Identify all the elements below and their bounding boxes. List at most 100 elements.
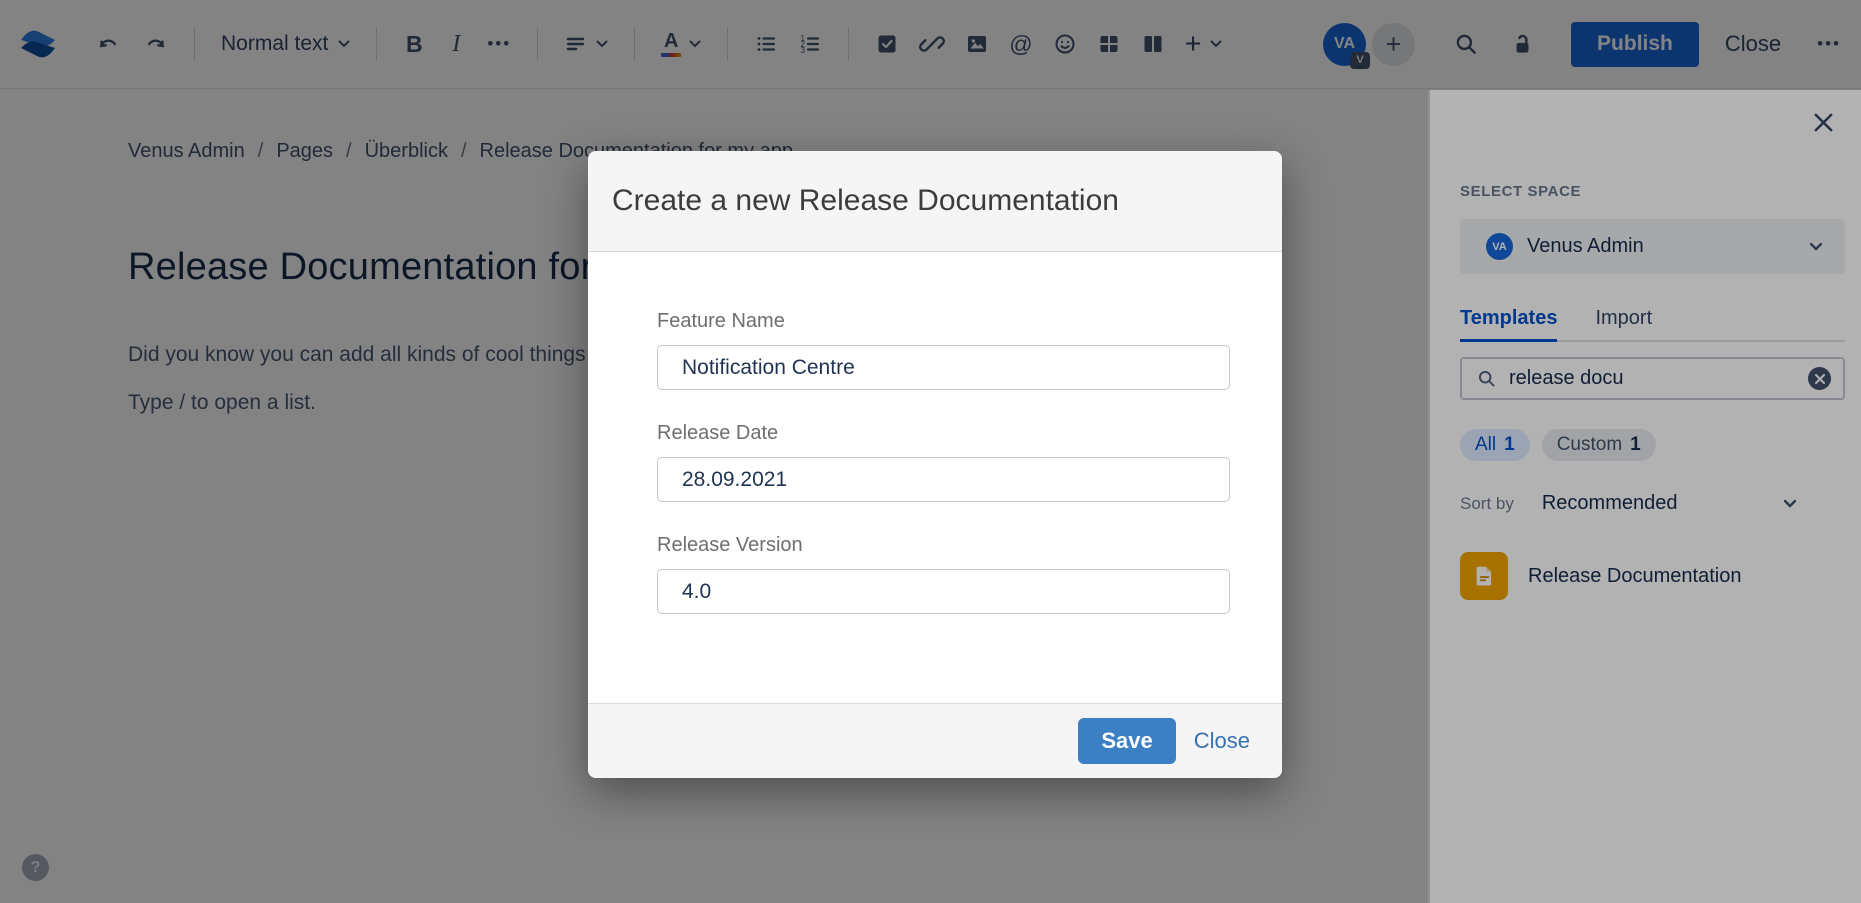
toolbar-divider bbox=[727, 27, 728, 61]
chevron-down-icon bbox=[1809, 242, 1823, 251]
sort-row: Sort by Recommended bbox=[1460, 492, 1845, 515]
tab-import[interactable]: Import bbox=[1595, 307, 1652, 342]
release-date-field-group: Release Date bbox=[657, 422, 1230, 502]
plus-icon: + bbox=[1185, 28, 1202, 61]
release-version-input[interactable] bbox=[657, 569, 1230, 614]
mention-button[interactable]: @ bbox=[1003, 25, 1038, 63]
template-name: Release Documentation bbox=[1528, 565, 1741, 588]
search-icon bbox=[1476, 368, 1497, 389]
confluence-logo-icon[interactable] bbox=[16, 22, 60, 66]
sort-dropdown[interactable]: Recommended bbox=[1542, 492, 1678, 515]
tab-templates[interactable]: Templates bbox=[1460, 307, 1557, 342]
breadcrumb-space-link[interactable]: Venus Admin bbox=[128, 140, 245, 163]
search-button[interactable] bbox=[1447, 25, 1485, 63]
template-search-input[interactable] bbox=[1509, 367, 1808, 390]
numbered-list-icon: 1 2 3 bbox=[798, 32, 822, 56]
filter-label: All bbox=[1475, 434, 1496, 456]
table-icon bbox=[1097, 32, 1121, 56]
toolbar-divider bbox=[634, 27, 635, 61]
breadcrumb-parent-link[interactable]: Überblick bbox=[365, 140, 448, 163]
dialog-footer: Save Close bbox=[588, 703, 1282, 778]
insert-more-dropdown[interactable]: + bbox=[1179, 25, 1228, 63]
alignment-dropdown[interactable] bbox=[558, 25, 614, 63]
italic-button[interactable]: I bbox=[439, 25, 473, 63]
chevron-down-icon[interactable] bbox=[1783, 499, 1797, 508]
filter-count: 1 bbox=[1504, 434, 1515, 456]
svg-text:3: 3 bbox=[801, 46, 806, 55]
breadcrumb-separator: / bbox=[258, 140, 264, 163]
toolbar-divider bbox=[537, 27, 538, 61]
filter-label: Custom bbox=[1557, 434, 1622, 456]
search-icon bbox=[1453, 31, 1479, 57]
insert-table-button[interactable] bbox=[1091, 25, 1127, 63]
filter-custom[interactable]: Custom 1 bbox=[1542, 429, 1656, 461]
question-mark-icon: ? bbox=[31, 859, 41, 877]
numbered-list-button[interactable]: 1 2 3 bbox=[792, 25, 828, 63]
template-list-item[interactable]: Release Documentation bbox=[1460, 552, 1845, 600]
emoji-icon bbox=[1053, 32, 1077, 56]
plus-icon: + bbox=[1386, 29, 1402, 60]
publish-button[interactable]: Publish bbox=[1571, 22, 1699, 67]
toolbar-divider bbox=[848, 27, 849, 61]
toolbar-divider bbox=[376, 27, 377, 61]
restrictions-button[interactable] bbox=[1503, 25, 1541, 63]
editor-toolbar: Normal text B I ••• A 1 2 3 bbox=[0, 0, 1861, 89]
invite-button[interactable]: + bbox=[1372, 23, 1415, 66]
link-button[interactable] bbox=[913, 25, 951, 63]
user-avatar[interactable]: VA V bbox=[1323, 23, 1366, 66]
clear-x-icon bbox=[1815, 374, 1825, 384]
redo-button[interactable] bbox=[136, 25, 174, 63]
unlock-icon bbox=[1509, 31, 1535, 57]
emoji-button[interactable] bbox=[1047, 25, 1083, 63]
template-search-box bbox=[1460, 357, 1845, 400]
filter-count: 1 bbox=[1630, 434, 1641, 456]
dialog-close-button[interactable]: Close bbox=[1194, 728, 1250, 754]
sort-by-label: Sort by bbox=[1460, 494, 1514, 514]
feature-name-input[interactable] bbox=[657, 345, 1230, 390]
help-button[interactable]: ? bbox=[22, 854, 49, 881]
layouts-button[interactable] bbox=[1135, 25, 1171, 63]
text-style-label: Normal text bbox=[221, 32, 328, 56]
save-button[interactable]: Save bbox=[1078, 718, 1175, 764]
task-list-button[interactable] bbox=[869, 25, 905, 63]
chevron-down-icon bbox=[596, 40, 608, 48]
breadcrumb-separator: / bbox=[346, 140, 352, 163]
sidebar-close-button[interactable] bbox=[1812, 111, 1835, 139]
space-selector-dropdown[interactable]: VA Venus Admin bbox=[1460, 219, 1845, 274]
link-icon bbox=[919, 31, 945, 57]
release-date-label: Release Date bbox=[657, 422, 1230, 445]
insert-image-button[interactable] bbox=[959, 25, 995, 63]
dialog-body: Feature Name Release Date Release Versio… bbox=[588, 252, 1282, 703]
chevron-down-icon bbox=[689, 40, 701, 48]
space-name: Venus Admin bbox=[1527, 235, 1644, 258]
undo-button[interactable] bbox=[90, 25, 128, 63]
sidebar-tabs: Templates Import bbox=[1460, 307, 1845, 342]
template-doc-icon bbox=[1460, 552, 1508, 600]
editor-close-button[interactable]: Close bbox=[1725, 31, 1781, 57]
templates-sidebar: SELECT SPACE VA Venus Admin Templates Im… bbox=[1428, 89, 1861, 903]
bold-button[interactable]: B bbox=[397, 25, 431, 63]
image-icon bbox=[965, 32, 989, 56]
close-icon bbox=[1812, 111, 1835, 134]
filter-all[interactable]: All 1 bbox=[1460, 429, 1530, 461]
text-style-dropdown[interactable]: Normal text bbox=[215, 25, 356, 63]
feature-name-label: Feature Name bbox=[657, 310, 1230, 333]
overflow-menu-button[interactable]: ••• bbox=[1811, 25, 1847, 63]
bullet-list-button[interactable] bbox=[748, 25, 784, 63]
task-checkbox-icon bbox=[875, 32, 899, 56]
feature-name-field-group: Feature Name bbox=[657, 310, 1230, 390]
redo-icon bbox=[142, 31, 168, 57]
dialog-title: Create a new Release Documentation bbox=[612, 184, 1119, 218]
clear-search-button[interactable] bbox=[1808, 367, 1831, 390]
select-space-label: SELECT SPACE bbox=[1460, 183, 1845, 200]
release-date-input[interactable] bbox=[657, 457, 1230, 502]
text-color-dropdown[interactable]: A bbox=[655, 25, 707, 63]
undo-icon bbox=[96, 31, 122, 57]
avatar-badge: V bbox=[1350, 52, 1370, 69]
dialog-header: Create a new Release Documentation bbox=[588, 151, 1282, 252]
bullet-list-icon bbox=[754, 32, 778, 56]
breadcrumb-pages-link[interactable]: Pages bbox=[276, 140, 333, 163]
space-avatar: VA bbox=[1486, 233, 1513, 260]
more-formatting-button[interactable]: ••• bbox=[481, 25, 517, 63]
align-left-icon bbox=[564, 32, 588, 56]
